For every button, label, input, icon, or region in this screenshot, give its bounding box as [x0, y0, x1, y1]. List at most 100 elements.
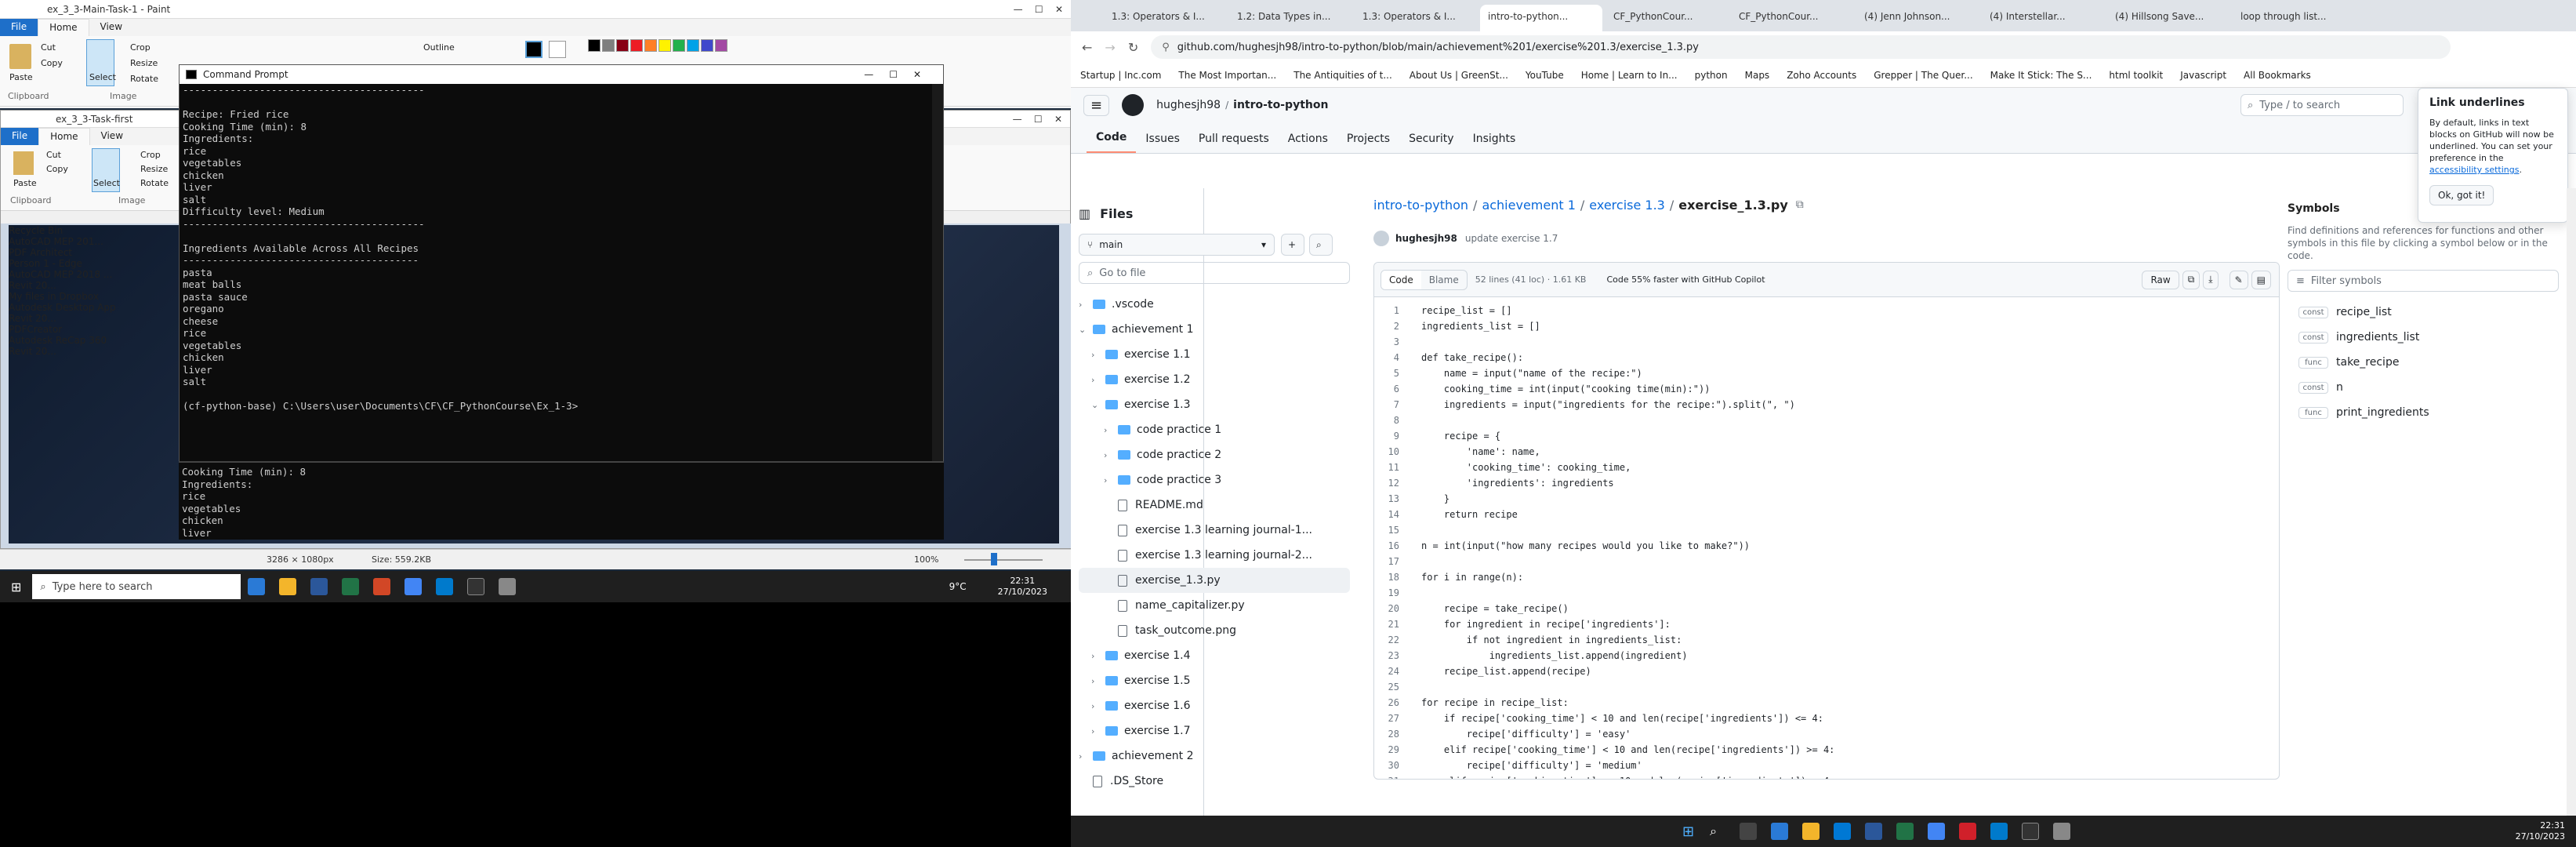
- repo-owner[interactable]: hughesjh98: [1156, 99, 1221, 111]
- search-icon[interactable]: ⌕: [1710, 823, 1717, 839]
- tree-folder[interactable]: › exercise 1.6: [1079, 693, 1350, 718]
- address-bar[interactable]: ⚲ github.com/hughesjh98/intro-to-python/…: [1151, 35, 2451, 59]
- line-number[interactable]: 21: [1374, 619, 1421, 634]
- line-number[interactable]: 27: [1374, 713, 1421, 729]
- cmd-window-controls[interactable]: —☐✕: [864, 69, 937, 80]
- forward-icon[interactable]: →: [1105, 40, 1115, 55]
- bookmark-item[interactable]: python: [1695, 70, 1728, 81]
- tree-folder[interactable]: › exercise 1.7: [1079, 718, 1350, 743]
- paint2-tab-view[interactable]: View: [90, 128, 134, 145]
- copy-icon[interactable]: ⧉: [2182, 270, 2200, 289]
- line-number[interactable]: 20: [1374, 603, 1421, 619]
- resize2-label[interactable]: Resize: [140, 164, 168, 174]
- symbol-item[interactable]: func print_ingredients: [2288, 400, 2559, 425]
- add-file-button[interactable]: +: [1281, 234, 1304, 256]
- reload-icon[interactable]: ↻: [1128, 40, 1138, 55]
- tree-folder[interactable]: › exercise 1.1: [1079, 342, 1350, 367]
- symbol-item[interactable]: const n: [2288, 375, 2559, 400]
- tree-folder[interactable]: › code practice 2: [1079, 442, 1350, 467]
- paint-tab-file[interactable]: File: [0, 19, 38, 36]
- code-content[interactable]: 1 recipe_list = [] 2 ingredients_list = [] 3…: [1374, 297, 2279, 779]
- cmd-scrollbar[interactable]: [932, 84, 943, 517]
- tree-file[interactable]: task_outcome.png: [1079, 618, 1350, 643]
- line-number[interactable]: 23: [1374, 650, 1421, 666]
- copy-label[interactable]: Copy: [41, 58, 63, 68]
- task-view-icon[interactable]: [1740, 823, 1758, 840]
- line-number[interactable]: 26: [1374, 697, 1421, 713]
- browser-tab[interactable]: (4) Hillsong Save...: [2107, 5, 2230, 31]
- tree-file[interactable]: name_capitalizer.py: [1079, 593, 1350, 618]
- tab-projects[interactable]: Projects: [1337, 133, 1399, 153]
- bookmark-item[interactable]: Startup | Inc.com: [1080, 70, 1161, 81]
- browser-tab[interactable]: CF_PythonCour...: [1605, 5, 1728, 31]
- powerpoint-icon[interactable]: [373, 578, 391, 595]
- terminal-icon[interactable]: [467, 578, 485, 595]
- tree-folder[interactable]: › exercise 1.2: [1079, 367, 1350, 392]
- zoom-slider[interactable]: [964, 559, 1043, 561]
- line-number[interactable]: 2: [1374, 321, 1421, 336]
- github-logo-icon[interactable]: [1122, 94, 1145, 116]
- download-icon[interactable]: ⤓: [2203, 270, 2219, 289]
- line-number[interactable]: 5: [1374, 368, 1421, 384]
- symbol-item[interactable]: const recipe_list: [2288, 300, 2559, 325]
- bookmark-item[interactable]: Home | Learn to In...: [1581, 70, 1678, 81]
- tree-folder[interactable]: › code practice 1: [1079, 417, 1350, 442]
- line-number[interactable]: 22: [1374, 634, 1421, 650]
- search-files-button[interactable]: ⌕: [1309, 234, 1333, 256]
- repo-name[interactable]: intro-to-python: [1233, 99, 1328, 111]
- line-number[interactable]: 28: [1374, 729, 1421, 744]
- edge-icon[interactable]: [1771, 823, 1789, 840]
- commit-author[interactable]: hughesjh98: [1395, 233, 1457, 244]
- breadcrumb-item[interactable]: achievement 1: [1482, 198, 1575, 213]
- symbol-item[interactable]: const ingredients_list: [2288, 325, 2559, 350]
- raw-button[interactable]: Raw: [2142, 270, 2179, 289]
- bookmark-item[interactable]: Javascript: [2180, 70, 2226, 81]
- line-number[interactable]: 12: [1374, 478, 1421, 493]
- tree-folder[interactable]: › .vscode: [1079, 292, 1350, 317]
- mail-icon[interactable]: [1834, 823, 1852, 840]
- paint2-tab-file[interactable]: File: [1, 128, 39, 145]
- paste2-label[interactable]: Paste: [13, 178, 37, 188]
- tree-folder[interactable]: › code practice 3: [1079, 467, 1350, 493]
- left-clock[interactable]: 22:31 27/10/2023: [998, 576, 1047, 598]
- word-icon[interactable]: [1865, 823, 1883, 840]
- rotate2-label[interactable]: Rotate: [140, 178, 169, 188]
- symbol-item[interactable]: func take_recipe: [2288, 350, 2559, 375]
- pdf-icon[interactable]: [1959, 823, 1977, 840]
- copilot-promo[interactable]: Code 55% faster with GitHub Copilot: [1606, 274, 1765, 285]
- line-number[interactable]: 31: [1374, 776, 1421, 779]
- commit-message[interactable]: update exercise 1.7: [1465, 233, 1558, 244]
- tab-security[interactable]: Security: [1399, 133, 1464, 153]
- bookmark-item[interactable]: YouTube: [1526, 70, 1564, 81]
- color-palette[interactable]: [588, 39, 729, 54]
- bookmark-item[interactable]: The Antiquities of t...: [1293, 70, 1392, 81]
- browser-tab[interactable]: 1.3: Operators & I...: [1355, 5, 1477, 31]
- ok-got-it-button[interactable]: Ok, got it!: [2429, 185, 2494, 205]
- cut2-label[interactable]: Cut: [46, 150, 61, 160]
- word-icon[interactable]: [310, 578, 328, 595]
- menu-icon[interactable]: ≡: [1083, 94, 1110, 116]
- tab-actions[interactable]: Actions: [1279, 133, 1337, 153]
- tree-file[interactable]: exercise_1.3.py: [1079, 568, 1350, 593]
- excel-icon[interactable]: [1896, 823, 1914, 840]
- line-number[interactable]: 16: [1374, 540, 1421, 556]
- tab-insights[interactable]: Insights: [1464, 133, 1526, 153]
- edit-icon[interactable]: ✎: [2229, 270, 2248, 289]
- line-number[interactable]: 17: [1374, 556, 1421, 572]
- paint2-tab-home[interactable]: Home: [38, 128, 90, 145]
- line-number[interactable]: 3: [1374, 336, 1421, 352]
- file-explorer-icon[interactable]: [279, 578, 297, 595]
- breadcrumb-item[interactable]: intro-to-python: [1373, 198, 1468, 213]
- filter-symbols-input[interactable]: ≡ Filter symbols: [2288, 270, 2559, 292]
- outline-label[interactable]: Outline: [423, 42, 455, 53]
- line-number[interactable]: 4: [1374, 352, 1421, 368]
- site-info-icon[interactable]: ⚲: [1162, 42, 1170, 53]
- tree-file[interactable]: README.md: [1079, 493, 1350, 518]
- terminal-icon[interactable]: [2022, 823, 2040, 840]
- excel-icon[interactable]: [342, 578, 360, 595]
- vscode-icon[interactable]: [436, 578, 454, 595]
- weather-temp[interactable]: 9°C: [949, 581, 967, 592]
- copy-path-icon[interactable]: ⧉: [1796, 198, 1804, 211]
- tab-blame[interactable]: Blame: [1421, 271, 1467, 289]
- tree-folder[interactable]: › achievement 2: [1079, 743, 1350, 769]
